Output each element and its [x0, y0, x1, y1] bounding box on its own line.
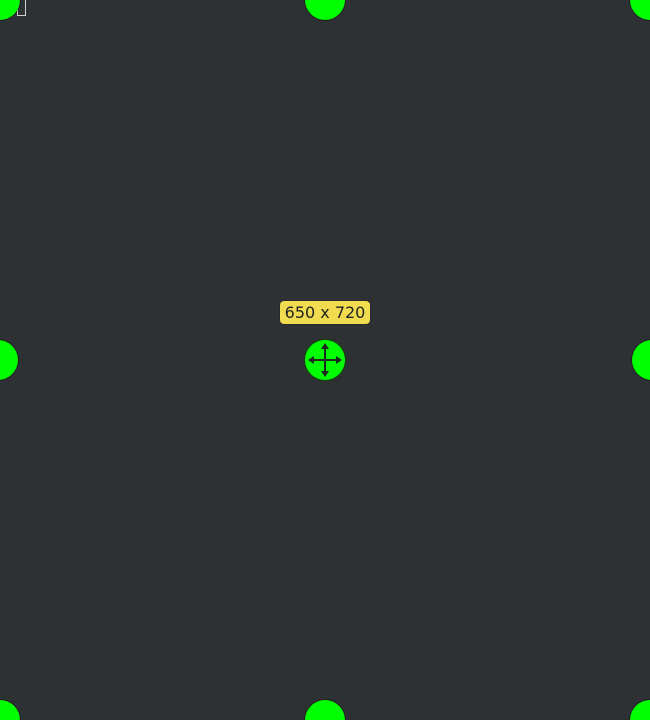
resize-handle-top-right[interactable]: [630, 0, 650, 20]
resize-handle-middle-left[interactable]: [0, 340, 18, 380]
resize-handle-bottom-center[interactable]: [305, 700, 345, 720]
move-handle[interactable]: [305, 340, 345, 380]
resize-handle-middle-right[interactable]: [632, 340, 650, 380]
selection-size-label: 650 x 720: [279, 300, 371, 325]
resize-handle-bottom-left[interactable]: [0, 700, 20, 720]
resize-handle-top-center[interactable]: [305, 0, 345, 20]
move-arrows-icon: [308, 343, 342, 377]
capture-selection-area[interactable]: 650 x 720: [0, 0, 650, 720]
resize-handle-bottom-right[interactable]: [630, 700, 650, 720]
resize-handle-top-left[interactable]: [0, 0, 20, 20]
